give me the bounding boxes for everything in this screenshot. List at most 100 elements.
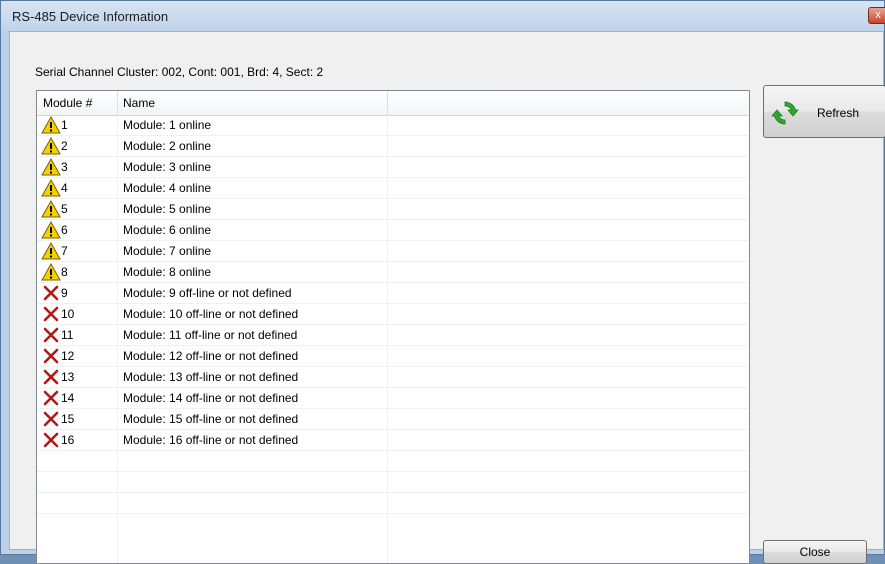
list-item[interactable]: 13 Module: 13 off-line or not defined <box>37 367 749 388</box>
module-name: Module: 9 off-line or not defined <box>123 286 292 300</box>
window-close-button[interactable]: x <box>868 7 885 24</box>
module-number: 6 <box>61 223 68 237</box>
empty-row <box>37 472 749 493</box>
error-icon <box>41 326 61 344</box>
module-name: Module: 13 off-line or not defined <box>123 370 299 384</box>
list-item[interactable]: 16 Module: 16 off-line or not defined <box>37 430 749 451</box>
title-bar[interactable]: RS-485 Device Information <box>1 1 884 31</box>
close-button-label: Close <box>799 545 831 559</box>
warning-icon <box>41 136 61 155</box>
module-number-cell: 3 <box>41 157 121 177</box>
module-number-cell: 2 <box>41 136 121 156</box>
module-name: Module: 16 off-line or not defined <box>123 433 299 447</box>
module-number-cell: 9 <box>41 283 121 303</box>
list-item[interactable]: 4 Module: 4 online <box>37 178 749 199</box>
list-item[interactable]: 11 Module: 11 off-line or not defined <box>37 325 749 346</box>
list-item[interactable]: 8 Module: 8 online <box>37 262 749 283</box>
column-divider[interactable] <box>387 91 388 115</box>
module-number: 12 <box>61 349 75 363</box>
module-number: 9 <box>61 286 68 300</box>
list-item[interactable]: 2 Module: 2 online <box>37 136 749 157</box>
module-name: Module: 3 online <box>123 160 212 174</box>
close-button[interactable]: Close <box>763 540 867 564</box>
list-item[interactable]: 12 Module: 12 off-line or not defined <box>37 346 749 367</box>
list-item[interactable]: 6 Module: 6 online <box>37 220 749 241</box>
module-number: 13 <box>61 370 75 384</box>
refresh-button[interactable]: Refresh <box>763 85 885 138</box>
refresh-button-label: Refresh <box>817 106 860 120</box>
module-number: 11 <box>61 328 74 342</box>
list-item[interactable]: 7 Module: 7 online <box>37 241 749 262</box>
warning-icon <box>41 241 61 260</box>
module-name: Module: 1 online <box>123 118 212 132</box>
module-name: Module: 4 online <box>123 181 212 195</box>
warning-icon <box>41 178 61 197</box>
module-number: 14 <box>61 391 75 405</box>
module-number-cell: 5 <box>41 199 121 219</box>
refresh-icon <box>771 101 799 125</box>
error-icon <box>41 368 61 386</box>
module-number: 5 <box>61 202 68 216</box>
empty-row <box>37 451 749 472</box>
module-number-cell: 12 <box>41 346 121 366</box>
error-icon <box>41 284 61 302</box>
error-icon <box>41 431 61 449</box>
list-item[interactable]: 1 Module: 1 online <box>37 115 749 136</box>
list-item[interactable]: 3 Module: 3 online <box>37 157 749 178</box>
module-number: 7 <box>61 244 68 258</box>
empty-row <box>37 493 749 514</box>
module-name: Module: 2 online <box>123 139 212 153</box>
error-icon <box>41 305 61 323</box>
module-number: 1 <box>61 118 68 132</box>
module-number-cell: 7 <box>41 241 121 261</box>
module-number: 4 <box>61 181 68 195</box>
module-number-cell: 10 <box>41 304 121 324</box>
column-header-name[interactable]: Name <box>117 91 387 115</box>
error-icon <box>41 410 61 428</box>
module-number-cell: 8 <box>41 262 121 282</box>
warning-icon <box>41 157 61 176</box>
module-number: 16 <box>61 433 75 447</box>
module-name: Module: 14 off-line or not defined <box>123 391 299 405</box>
module-number: 10 <box>61 307 75 321</box>
error-icon <box>41 389 61 407</box>
module-number-cell: 11 <box>41 325 121 345</box>
list-header: Module # Name <box>37 91 749 116</box>
module-name: Module: 8 online <box>123 265 212 279</box>
close-icon: x <box>875 9 881 21</box>
warning-icon <box>41 262 61 281</box>
dialog-window: RS-485 Device Information x Serial Chann… <box>0 0 885 564</box>
list-item[interactable]: 10 Module: 10 off-line or not defined <box>37 304 749 325</box>
module-number-cell: 14 <box>41 388 121 408</box>
module-name: Module: 7 online <box>123 244 212 258</box>
dialog-client-area: Serial Channel Cluster: 002, Cont: 001, … <box>9 31 885 564</box>
module-name: Module: 11 off-line or not defined <box>123 328 298 342</box>
module-number-cell: 13 <box>41 367 121 387</box>
module-list[interactable]: Module # Name 1 Module: 1 online 2 Module: … <box>36 90 750 564</box>
column-header-module[interactable]: Module # <box>37 91 117 115</box>
module-name: Module: 5 online <box>123 202 212 216</box>
list-item[interactable]: 9 Module: 9 off-line or not defined <box>37 283 749 304</box>
module-name: Module: 6 online <box>123 223 212 237</box>
channel-info-label: Serial Channel Cluster: 002, Cont: 001, … <box>35 65 324 79</box>
module-number: 2 <box>61 139 68 153</box>
warning-icon <box>41 199 61 218</box>
list-item[interactable]: 14 Module: 14 off-line or not defined <box>37 388 749 409</box>
warning-icon <box>41 220 61 239</box>
module-name: Module: 12 off-line or not defined <box>123 349 299 363</box>
module-number-cell: 15 <box>41 409 121 429</box>
module-number-cell: 16 <box>41 430 121 450</box>
module-number-cell: 1 <box>41 115 121 135</box>
list-item[interactable]: 15 Module: 15 off-line or not defined <box>37 409 749 430</box>
module-number: 15 <box>61 412 75 426</box>
module-name: Module: 10 off-line or not defined <box>123 307 299 321</box>
warning-icon <box>41 115 61 134</box>
error-icon <box>41 347 61 365</box>
module-number-cell: 6 <box>41 220 121 240</box>
window-title: RS-485 Device Information <box>12 9 169 24</box>
module-number-cell: 4 <box>41 178 121 198</box>
list-item[interactable]: 5 Module: 5 online <box>37 199 749 220</box>
module-name: Module: 15 off-line or not defined <box>123 412 299 426</box>
module-number: 8 <box>61 265 68 279</box>
list-rows: 1 Module: 1 online 2 Module: 2 online 3 Modul… <box>37 115 749 514</box>
